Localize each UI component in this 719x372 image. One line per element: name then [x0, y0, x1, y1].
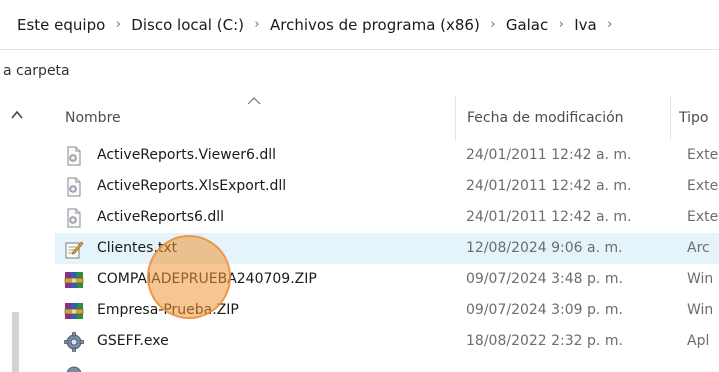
file-row[interactable]: GSEFF.exe 18/08/2022 2:32 p. m. Apl [55, 326, 719, 357]
dll-file-icon [67, 208, 81, 228]
breadcrumb-disco-local[interactable]: Disco local (C:) [128, 14, 247, 36]
file-date-modified: 24/01/2011 12:42 a. m. [466, 147, 632, 163]
navigation-pane-scrollbar[interactable] [12, 312, 19, 372]
chevron-up-icon[interactable] [11, 110, 23, 120]
file-name: ActiveReports6.dll [97, 209, 225, 225]
breadcrumb-galac[interactable]: Galac [503, 14, 551, 36]
column-header-date-modified[interactable]: Fecha de modificación [455, 96, 670, 140]
address-bar-breadcrumb[interactable]: Este equipo › Disco local (C:) › Archivo… [0, 0, 719, 50]
chevron-right-icon[interactable]: › [108, 17, 128, 32]
column-header-type[interactable]: Tipo [670, 96, 719, 140]
command-bar: a carpeta [0, 51, 719, 95]
file-type: Arc [687, 240, 710, 256]
file-type: Exte [687, 147, 719, 163]
chevron-right-icon[interactable]: › [483, 17, 503, 32]
new-folder-button[interactable]: a carpeta [3, 63, 70, 79]
file-row[interactable]: ActiveReports.XlsExport.dll 24/01/2011 1… [55, 171, 719, 202]
file-name: ActiveReports.XlsExport.dll [97, 178, 287, 194]
exe-gear-icon [66, 366, 82, 372]
exe-gear-icon [64, 332, 84, 352]
file-type: Apl [687, 333, 710, 349]
file-name: COMPAIADEPRUEBA240709.ZIP [97, 271, 317, 287]
file-date-modified: 18/08/2022 2:32 p. m. [466, 333, 623, 349]
file-row[interactable]: COMPAIADEPRUEBA240709.ZIP 09/07/2024 3:4… [55, 264, 719, 295]
column-header-name[interactable]: Nombre [55, 96, 455, 140]
file-row-selected[interactable]: Clientes.txt 12/08/2024 9:06 a. m. Arc [55, 233, 719, 264]
navigation-pane [0, 96, 34, 372]
chevron-right-icon[interactable]: › [551, 17, 571, 32]
file-date-modified: 24/01/2011 12:42 a. m. [466, 178, 632, 194]
dll-file-icon [67, 177, 81, 197]
file-name: GSEFF.exe [97, 333, 169, 349]
text-file-icon [65, 241, 84, 259]
dll-file-icon [67, 146, 81, 166]
file-type: Win [687, 302, 714, 318]
file-row[interactable]: ActiveReports6.dll 24/01/2011 12:42 a. m… [55, 202, 719, 233]
file-type: Exte [687, 178, 719, 194]
file-date-modified: 09/07/2024 3:48 p. m. [466, 271, 623, 287]
file-explorer-window: Este equipo › Disco local (C:) › Archivo… [0, 0, 719, 372]
file-date-modified: 24/01/2011 12:42 a. m. [466, 209, 632, 225]
chevron-right-icon[interactable]: › [247, 17, 267, 32]
file-name: ActiveReports.Viewer6.dll [97, 147, 277, 163]
zip-archive-icon [64, 272, 84, 288]
file-date-modified: 09/07/2024 3:09 p. m. [466, 302, 623, 318]
zip-archive-icon [64, 303, 84, 319]
file-row[interactable]: ActiveReports.Viewer6.dll 24/01/2011 12:… [55, 140, 719, 171]
file-date-modified: 12/08/2024 9:06 a. m. [466, 240, 623, 256]
file-name: Empresa-Prueba.ZIP [97, 302, 239, 318]
file-type: Exte [687, 209, 719, 225]
breadcrumb-este-equipo[interactable]: Este equipo [14, 14, 108, 36]
breadcrumb-iva[interactable]: Iva [571, 14, 600, 36]
file-name: Clientes.txt [97, 240, 178, 256]
file-row[interactable]: Empresa-Prueba.ZIP 09/07/2024 3:09 p. m.… [55, 295, 719, 326]
breadcrumb-archivos-de-programa[interactable]: Archivos de programa (x86) [267, 14, 483, 36]
chevron-right-icon[interactable]: › [600, 17, 620, 32]
file-type: Win [687, 271, 714, 287]
